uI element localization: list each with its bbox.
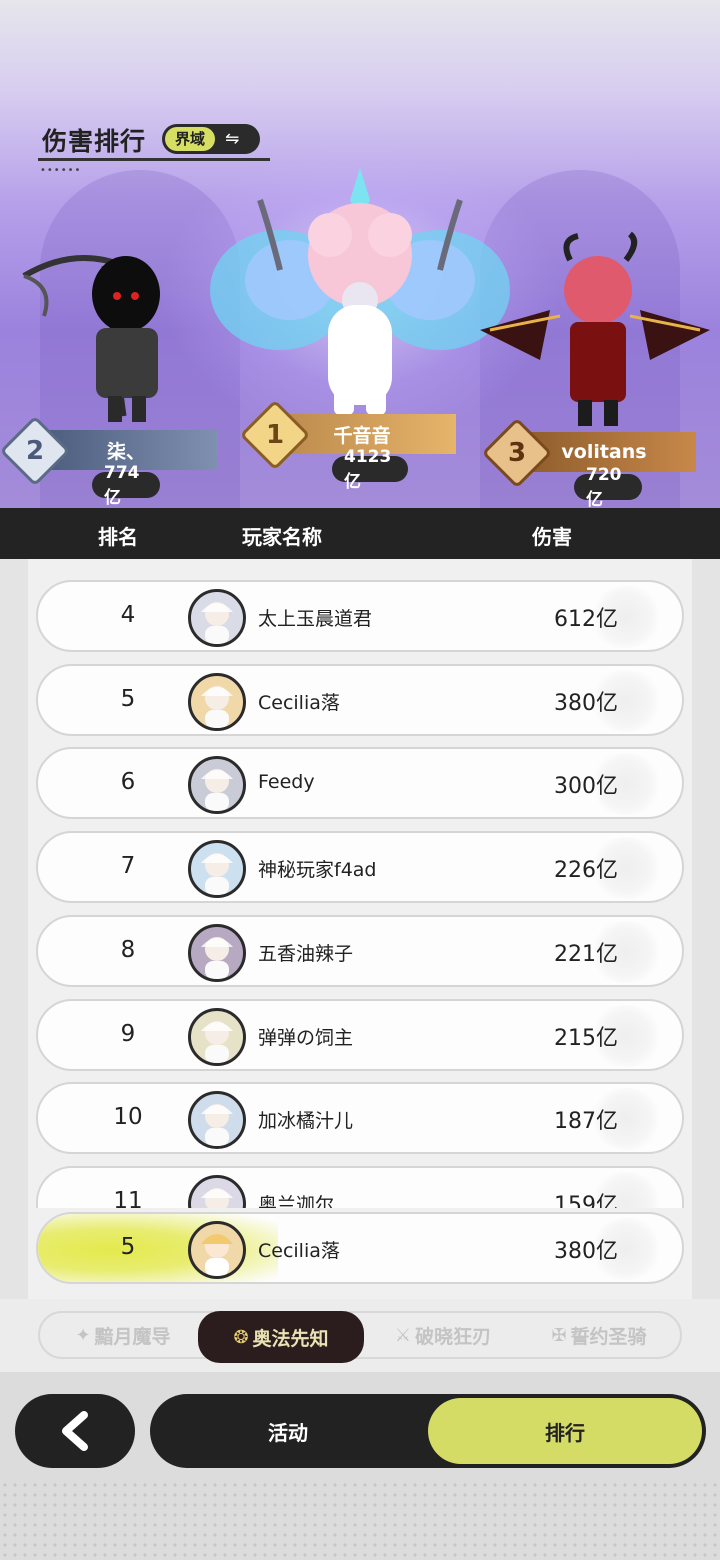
player-damage: 221亿 (554, 942, 618, 967)
player-avatar[interactable] (188, 1175, 246, 1208)
player-name: 加冰橘汁儿 (258, 1110, 354, 1132)
player-name: 太上玉晨道君 (258, 608, 373, 630)
my-damage: 380亿 (554, 1239, 618, 1264)
player-damage: 226亿 (554, 858, 618, 883)
player-damage: 187亿 (554, 1109, 618, 1134)
player-damage: 380亿 (554, 691, 618, 716)
player-name: Cecilia落 (258, 692, 340, 714)
player-avatar[interactable] (188, 589, 246, 647)
bottom-segmented-control: 活动 排行 (150, 1394, 706, 1468)
first-place-name: 千音音 (333, 424, 391, 447)
player-name: Feedy (258, 771, 315, 793)
row-rank: 5 (120, 686, 136, 712)
player-damage: 159亿 (554, 1193, 618, 1208)
player-name: 五香油辣子 (258, 943, 354, 965)
third-place-character (470, 230, 720, 430)
player-avatar[interactable] (188, 840, 246, 898)
realm-switch-button[interactable]: 界域 ⇋ (162, 124, 260, 154)
tab-moon-mage[interactable]: ✦ 黯月魔导 (48, 1313, 198, 1357)
page-title: 伤害排行 (42, 127, 147, 156)
third-place-score: 720亿 (574, 465, 642, 508)
row-rank: 9 (120, 1021, 136, 1047)
oath-paladin-icon: ✠ (551, 1324, 567, 1346)
ranking-button[interactable]: 排行 (428, 1398, 702, 1464)
table-row[interactable]: 10 加冰橘汁儿 187亿 (36, 1082, 684, 1154)
tab-oath-paladin[interactable]: ✠ 誓约圣骑 (524, 1313, 674, 1357)
row-rank: 11 (113, 1188, 143, 1208)
table-row[interactable]: 4 太上玉晨道君 612亿 (36, 580, 684, 652)
first-place-score: 4123亿 (332, 447, 408, 492)
table-row[interactable]: 6 Feedy 300亿 (36, 747, 684, 819)
player-name: 弹弹の饲主 (258, 1027, 354, 1049)
bottom-pattern (0, 1480, 720, 1560)
swap-icon: ⇋ (225, 129, 240, 149)
third-place-name: volitans (561, 441, 647, 463)
arcane-prophet-icon: ❂ (233, 1326, 249, 1348)
table-row[interactable]: 11 奥兰迦尔 159亿 (36, 1166, 684, 1208)
class-tabs: ✦ 黯月魔导 ❂ 奥法先知 ⚔ 破晓狂刃 ✠ 誓约圣骑 (38, 1311, 682, 1363)
moon-mage-icon: ✦ (75, 1324, 91, 1346)
tab-arcane-prophet[interactable]: ❂ 奥法先知 (198, 1311, 364, 1363)
second-place-name: 柒、 (106, 440, 145, 463)
my-rank: 5 (120, 1234, 136, 1260)
player-name: 神秘玩家f4ad (258, 859, 377, 881)
row-rank: 10 (113, 1104, 143, 1130)
my-avatar[interactable] (188, 1221, 246, 1279)
row-rank: 6 (120, 769, 136, 795)
my-name: Cecilia落 (258, 1240, 340, 1262)
dawn-blade-icon: ⚔ (394, 1324, 412, 1346)
table-row[interactable]: 8 五香油辣子 221亿 (36, 915, 684, 987)
realm-label: 界域 (165, 127, 216, 151)
player-damage: 215亿 (554, 1026, 618, 1051)
player-avatar[interactable] (188, 1091, 246, 1149)
player-avatar[interactable] (188, 673, 246, 731)
second-place-score: 774亿 (92, 463, 160, 508)
player-damage: 612亿 (554, 607, 618, 632)
table-header: 排名 玩家名称 伤害 (0, 508, 720, 559)
table-row[interactable]: 5 Cecilia落 380亿 (36, 664, 684, 736)
first-place-character (210, 160, 510, 420)
header-damage: 伤害 (532, 525, 572, 549)
row-rank: 7 (120, 853, 136, 879)
my-ranking-row[interactable]: 5 Cecilia落 380亿 (36, 1212, 684, 1284)
player-name: 奥兰迦尔 (258, 1194, 335, 1208)
player-avatar[interactable] (188, 756, 246, 814)
title-block: 伤害排行 界域 ⇋ •••••• (38, 118, 270, 176)
header-rank: 排名 (98, 525, 138, 549)
row-rank: 4 (120, 602, 136, 628)
header-player: 玩家名称 (242, 525, 322, 549)
table-row[interactable]: 9 弹弹の饲主 215亿 (36, 999, 684, 1071)
back-button[interactable] (15, 1394, 135, 1468)
player-avatar[interactable] (188, 924, 246, 982)
player-damage: 300亿 (554, 774, 618, 799)
leaderboard-banner: 伤害排行 界域 ⇋ •••••• 柒、 2 774亿 千音音 1 4123亿 v… (0, 0, 720, 508)
chevron-left-icon (62, 1411, 88, 1451)
activity-button[interactable]: 活动 (150, 1394, 426, 1468)
screen: { "header": { "title": "伤害排行", "realm_la… (0, 0, 720, 1560)
row-rank: 8 (120, 937, 136, 963)
player-avatar[interactable] (188, 1008, 246, 1066)
table-row[interactable]: 7 神秘玩家f4ad 226亿 (36, 831, 684, 903)
second-place-character (14, 246, 194, 426)
title-dots: •••••• (40, 165, 82, 176)
tab-dawn-blade[interactable]: ⚔ 破晓狂刃 (368, 1313, 518, 1357)
